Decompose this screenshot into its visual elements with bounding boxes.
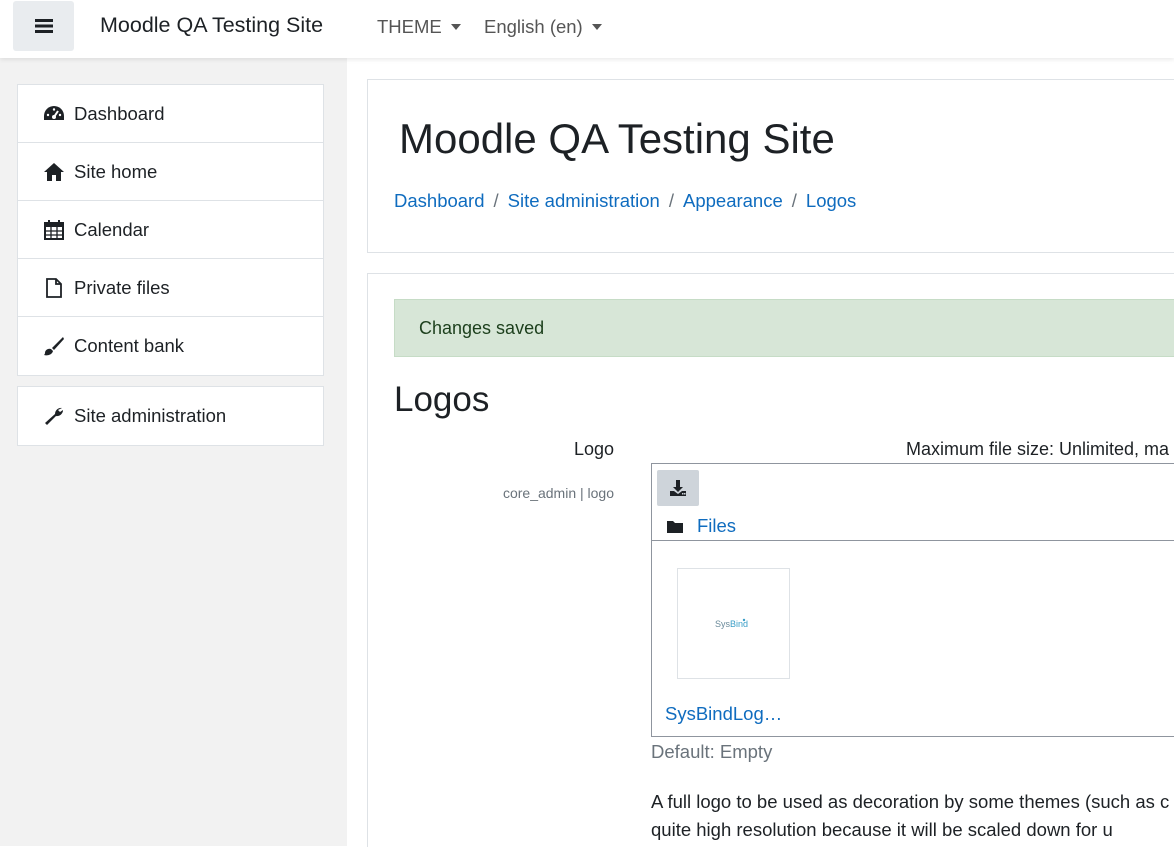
language-menu-label: English (en): [484, 16, 583, 37]
setting-description: A full logo to be used as decoration by …: [651, 791, 1174, 840]
nav-item-dashboard[interactable]: Dashboard: [18, 85, 323, 143]
chevron-down-icon: [591, 24, 602, 30]
nav-item-label: Site home: [74, 160, 158, 182]
language-menu[interactable]: English (en): [484, 16, 602, 38]
hamburger-icon: [34, 19, 53, 33]
max-file-size-text: Maximum file size: Unlimited, ma: [906, 439, 1170, 459]
theme-menu[interactable]: THEME: [377, 16, 461, 38]
nav-drawer: Dashboard Site home Calendar Private fil…: [0, 58, 347, 846]
nav-item-label: Private files: [74, 276, 170, 298]
theme-menu-label: THEME: [377, 16, 442, 37]
breadcrumb-logos[interactable]: Logos: [806, 190, 856, 211]
file-manager-path: Files: [667, 515, 736, 537]
nav-item-site-administration[interactable]: Site administration: [18, 387, 323, 445]
file-icon: [46, 277, 62, 298]
success-alert: Changes saved: [394, 299, 1174, 357]
breadcrumb-separator: /: [791, 190, 797, 211]
top-navbar: Moodle QA Testing Site THEME English (en…: [0, 0, 1174, 58]
paintbrush-icon: [44, 337, 64, 356]
chevron-down-icon: [450, 24, 461, 30]
nav-item-calendar[interactable]: Calendar: [18, 201, 323, 259]
files-root-link[interactable]: Files: [697, 515, 736, 537]
file-manager-toolbar: Files: [652, 464, 1174, 541]
nav-item-label: Content bank: [74, 335, 185, 356]
download-icon: [670, 480, 686, 496]
breadcrumb-appearance[interactable]: Appearance: [683, 190, 783, 211]
main-content: Changes saved Logos Logo core_admin | lo…: [367, 273, 1174, 847]
drawer-toggle-button[interactable]: [13, 1, 74, 51]
svg-text:Sys: Sys: [715, 619, 731, 629]
sysbind-logo-image: Sys Bind: [715, 618, 748, 629]
file-manager: Files Sys Bind SysBindLog…: [651, 463, 1174, 737]
download-button[interactable]: [657, 470, 699, 506]
nav-item-content-bank[interactable]: Content bank: [18, 317, 323, 375]
nav-item-private-files[interactable]: Private files: [18, 259, 323, 317]
nav-item-site-home[interactable]: Site home: [18, 143, 323, 201]
svg-text:Bind: Bind: [730, 619, 748, 629]
dashboard-icon: [44, 105, 64, 120]
breadcrumb-separator: /: [668, 190, 674, 211]
home-icon: [44, 162, 64, 181]
breadcrumb-site-administration[interactable]: Site administration: [508, 190, 660, 211]
page-header: Moodle QA Testing Site Dashboard / Site ad…: [367, 79, 1174, 253]
file-name-link[interactable]: SysBindLog…: [665, 703, 785, 725]
logo-setting-label: Logo: [573, 439, 614, 459]
nav-item-label: Site administration: [74, 405, 227, 426]
default-value-text: Default: Empty: [651, 741, 773, 762]
breadcrumb-separator: /: [493, 190, 499, 211]
folder-icon: [667, 520, 683, 533]
nav-drawer-main-group: Dashboard Site home Calendar Private fil…: [17, 84, 324, 376]
wrench-icon: [45, 407, 64, 425]
logo-setting-name: core_admin | logo: [502, 485, 614, 501]
breadcrumb: Dashboard / Site administration / Appearance…: [394, 190, 856, 212]
section-title: Logos: [394, 380, 490, 419]
nav-item-label: Calendar: [74, 218, 150, 240]
nav-drawer-admin-group: Site administration: [17, 386, 324, 446]
file-thumbnail[interactable]: Sys Bind: [677, 568, 790, 679]
page-title: Moodle QA Testing Site: [399, 115, 835, 162]
breadcrumb-dashboard[interactable]: Dashboard: [394, 190, 485, 211]
site-name-link[interactable]: Moodle QA Testing Site: [100, 13, 323, 38]
calendar-icon: [44, 219, 64, 240]
nav-item-label: Dashboard: [74, 102, 165, 124]
